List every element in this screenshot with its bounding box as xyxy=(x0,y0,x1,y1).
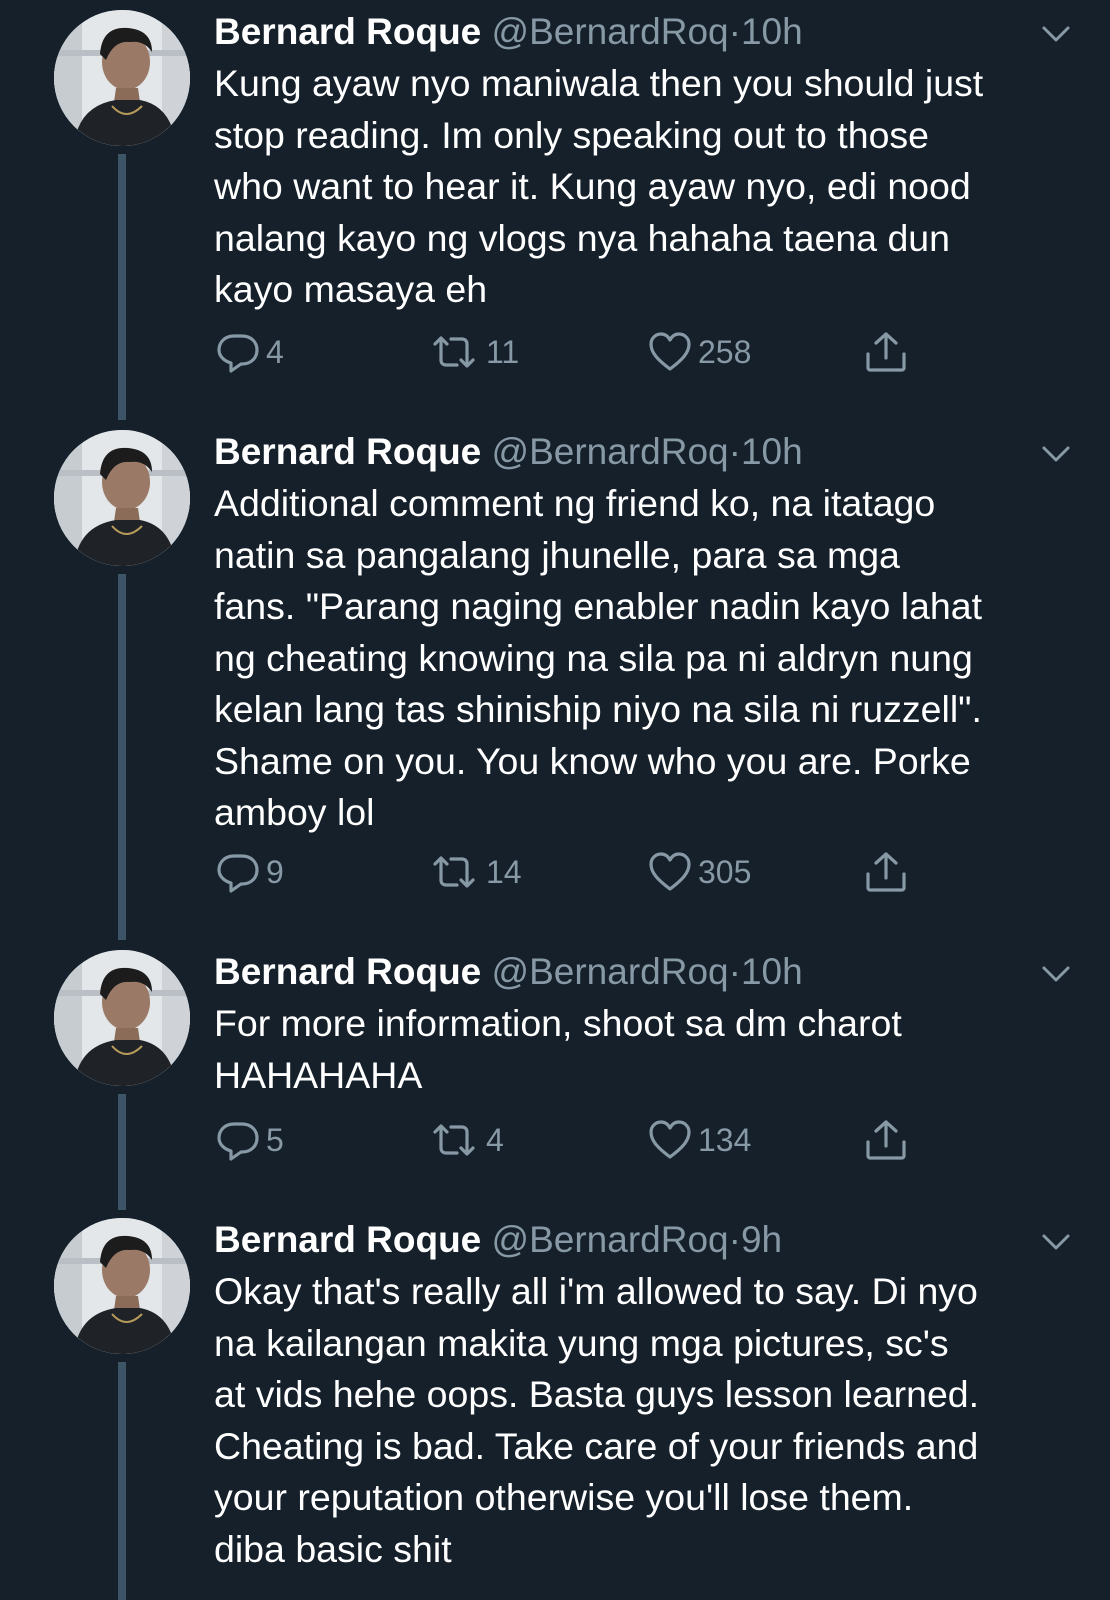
tweet-actions: 4 11 258 xyxy=(214,328,934,376)
heart-icon xyxy=(646,848,694,896)
reply-button[interactable]: 9 xyxy=(214,848,284,896)
reply-icon xyxy=(214,328,262,376)
tweet-timestamp[interactable]: 10h xyxy=(741,11,803,52)
like-count: 305 xyxy=(698,854,752,890)
thread-connector-line xyxy=(118,574,126,940)
retweet-button[interactable]: 4 xyxy=(426,1116,504,1164)
avatar[interactable] xyxy=(54,430,190,566)
reply-button[interactable]: 5 xyxy=(214,1116,284,1164)
like-count: 258 xyxy=(698,334,752,370)
tweet-thread: Bernard Roque @BernardRoq·10h Kung ayaw … xyxy=(0,0,1110,1600)
avatar[interactable] xyxy=(54,1218,190,1354)
tweet-timestamp[interactable]: 9h xyxy=(741,1219,782,1260)
heart-icon xyxy=(646,1116,694,1164)
like-button[interactable]: 134 xyxy=(646,1116,751,1164)
author-handle[interactable]: @BernardRoq xyxy=(492,11,729,52)
retweet-button[interactable]: 14 xyxy=(426,848,522,896)
reply-button[interactable]: 4 xyxy=(214,328,284,376)
tweet[interactable]: Bernard Roque @BernardRoq·10h For more i… xyxy=(0,940,1110,1210)
tweet-header: Bernard Roque @BernardRoq·10h xyxy=(214,10,1070,54)
tweet-text: For more information, shoot sa dm charot… xyxy=(214,1002,902,1096)
tweet-actions: 9 14 305 xyxy=(214,848,934,896)
share-button[interactable] xyxy=(862,1116,910,1164)
chevron-down-icon[interactable] xyxy=(1036,14,1076,54)
tweet-text: Okay that's really all i'm allowed to sa… xyxy=(214,1270,980,1570)
chevron-down-icon[interactable] xyxy=(1036,954,1076,994)
retweet-icon xyxy=(426,328,482,376)
heart-icon xyxy=(646,328,694,376)
retweet-icon xyxy=(426,1116,482,1164)
share-icon xyxy=(862,328,910,376)
retweet-count: 14 xyxy=(486,854,522,890)
tweet-header: Bernard Roque @BernardRoq·9h xyxy=(214,1218,1070,1262)
retweet-icon xyxy=(426,848,482,896)
tweet-timestamp[interactable]: 10h xyxy=(741,951,803,992)
reply-count: 9 xyxy=(266,854,284,890)
avatar[interactable] xyxy=(54,10,190,146)
like-count: 134 xyxy=(698,1122,752,1158)
author-handle[interactable]: @BernardRoq xyxy=(492,431,729,472)
separator-dot: · xyxy=(728,431,741,472)
like-button[interactable]: 305 xyxy=(646,848,751,896)
tweet-actions: 5 4 134 xyxy=(214,1116,934,1164)
chevron-down-icon[interactable] xyxy=(1036,1222,1076,1262)
reply-count: 4 xyxy=(266,334,284,370)
reply-icon xyxy=(214,848,262,896)
tweet-header: Bernard Roque @BernardRoq·10h xyxy=(214,950,1070,994)
author-handle[interactable]: @BernardRoq xyxy=(492,951,729,992)
share-button[interactable] xyxy=(862,848,910,896)
tweet[interactable]: Bernard Roque @BernardRoq·9h Okay that's… xyxy=(0,1208,1110,1600)
tweet-text: Kung ayaw nyo maniwala then you should j… xyxy=(214,62,984,310)
chevron-down-icon[interactable] xyxy=(1036,434,1076,474)
thread-connector-line xyxy=(118,1094,126,1210)
separator-dot: · xyxy=(728,1219,741,1260)
share-icon xyxy=(862,1116,910,1164)
share-button[interactable] xyxy=(862,328,910,376)
author-name[interactable]: Bernard Roque xyxy=(214,1219,481,1260)
retweet-count: 11 xyxy=(486,334,520,370)
retweet-button[interactable]: 11 xyxy=(426,328,519,376)
tweet-text: Additional comment ng friend ko, na itat… xyxy=(214,482,983,833)
author-handle[interactable]: @BernardRoq xyxy=(492,1219,729,1260)
share-icon xyxy=(862,848,910,896)
tweet-timestamp[interactable]: 10h xyxy=(741,431,803,472)
reply-count: 5 xyxy=(266,1122,284,1158)
avatar[interactable] xyxy=(54,950,190,1086)
reply-icon xyxy=(214,1116,262,1164)
separator-dot: · xyxy=(728,11,741,52)
author-name[interactable]: Bernard Roque xyxy=(214,431,481,472)
thread-connector-line xyxy=(118,154,126,420)
tweet-header: Bernard Roque @BernardRoq·10h xyxy=(214,430,1070,474)
author-name[interactable]: Bernard Roque xyxy=(214,11,481,52)
retweet-count: 4 xyxy=(486,1122,504,1158)
like-button[interactable]: 258 xyxy=(646,328,751,376)
author-name[interactable]: Bernard Roque xyxy=(214,951,481,992)
separator-dot: · xyxy=(728,951,741,992)
tweet[interactable]: Bernard Roque @BernardRoq·10h Kung ayaw … xyxy=(0,0,1110,420)
tweet[interactable]: Bernard Roque @BernardRoq·10h Additional… xyxy=(0,420,1110,940)
thread-connector-line xyxy=(118,1362,126,1600)
